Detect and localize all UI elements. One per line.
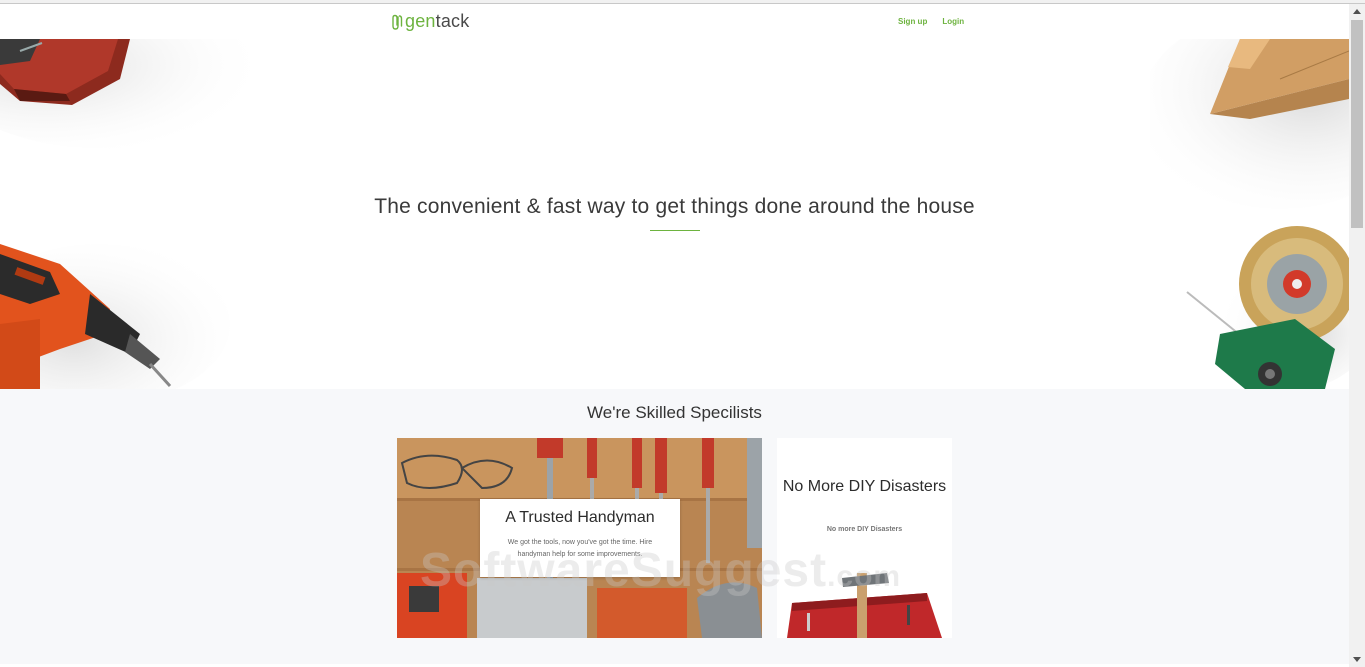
cardboard-box-image bbox=[1150, 39, 1349, 209]
signup-link[interactable]: Sign up bbox=[898, 17, 927, 26]
hero-title: The convenient & fast way to get things … bbox=[374, 195, 975, 218]
brand-name-prefix: gen bbox=[405, 11, 436, 31]
top-nav: Sign up Login bbox=[898, 17, 964, 26]
diy-card[interactable]: No More DIY Disasters No more DIY Disast… bbox=[777, 438, 952, 638]
diy-card-title: No More DIY Disasters bbox=[782, 478, 947, 495]
handyman-card-title: A Trusted Handyman bbox=[505, 509, 655, 526]
handyman-card-text: We got the tools, now you've got the tim… bbox=[507, 539, 653, 558]
brand-name: gentack bbox=[405, 11, 469, 32]
site-header: gentack Sign up Login bbox=[0, 4, 1349, 39]
page: gentack Sign up Login The convenient & f… bbox=[0, 0, 1349, 667]
tape-dispenser-image bbox=[1186, 226, 1349, 389]
diy-card-text: No more DIY Disasters bbox=[826, 526, 903, 533]
brand-logo[interactable]: gentack bbox=[389, 11, 469, 32]
handyman-card[interactable]: A Trusted Handyman We got the tools, now… bbox=[397, 438, 762, 638]
vertical-scrollbar[interactable] bbox=[1349, 4, 1365, 667]
login-link[interactable]: Login bbox=[942, 17, 964, 26]
power-drill-image bbox=[0, 244, 230, 389]
paperclip-icon bbox=[392, 14, 403, 30]
hero-divider bbox=[650, 230, 700, 231]
section-title: We're Skilled Specilists bbox=[587, 403, 762, 422]
brand-name-suffix: tack bbox=[435, 11, 470, 31]
hero-section: The convenient & fast way to get things … bbox=[0, 39, 1349, 389]
scroll-up-arrow-icon[interactable] bbox=[1349, 4, 1365, 20]
specialists-section: We're Skilled Specilists A Trusted Handy… bbox=[0, 389, 1349, 667]
scrollbar-thumb[interactable] bbox=[1351, 20, 1363, 228]
toolbox-image bbox=[0, 39, 270, 149]
scroll-down-arrow-icon[interactable] bbox=[1349, 651, 1365, 667]
tool-belt-image bbox=[787, 573, 942, 638]
handyman-card-overlay: A Trusted Handyman We got the tools, now… bbox=[480, 499, 680, 577]
